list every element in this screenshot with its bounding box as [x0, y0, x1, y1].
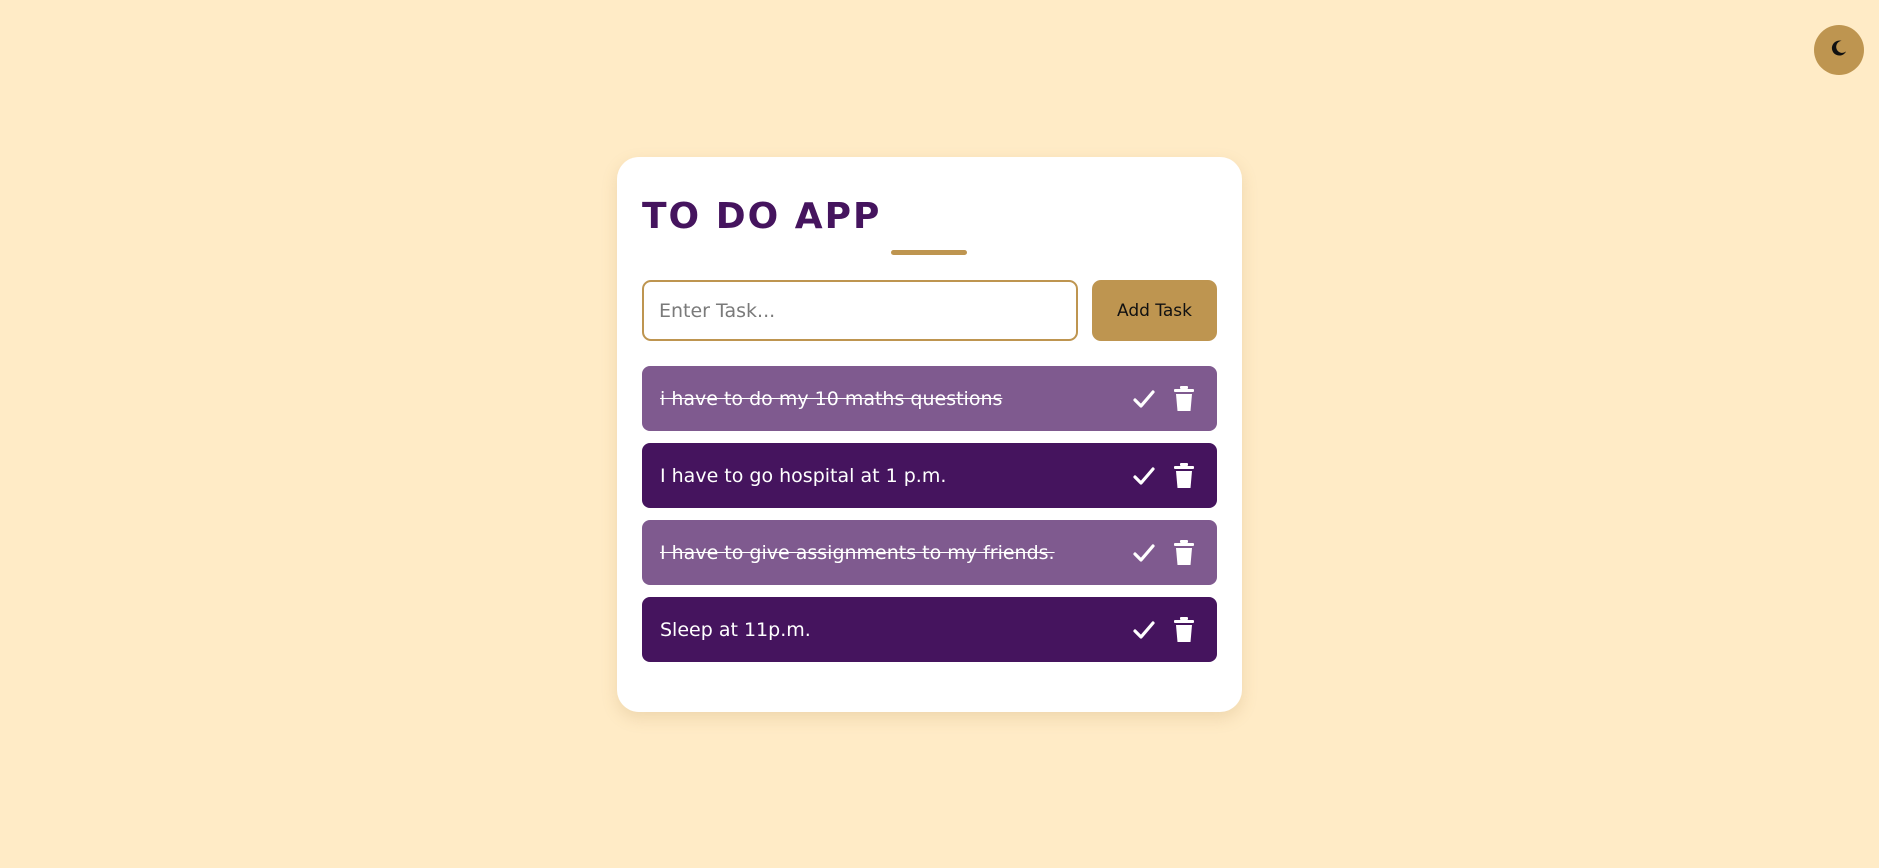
app-title: TO DO APP — [642, 196, 882, 237]
task-input[interactable] — [642, 280, 1078, 341]
trash-icon — [1173, 616, 1195, 643]
complete-task-button[interactable] — [1129, 615, 1159, 645]
task-item: I have to go hospital at 1 p.m. — [642, 443, 1217, 508]
task-text: i have to do my 10 maths questions — [660, 387, 1003, 410]
complete-task-button[interactable] — [1129, 461, 1159, 491]
theme-toggle-button[interactable] — [1814, 25, 1864, 75]
trash-icon — [1173, 385, 1195, 412]
title-underline — [891, 250, 967, 255]
todo-card: TO DO APP Add Task i have to do my 10 ma… — [617, 157, 1242, 712]
task-text: Sleep at 11p.m. — [660, 618, 811, 641]
check-icon — [1132, 464, 1156, 488]
task-text: I have to give assignments to my friends… — [660, 541, 1055, 564]
check-icon — [1132, 541, 1156, 565]
check-icon — [1132, 387, 1156, 411]
task-item: i have to do my 10 maths questions — [642, 366, 1217, 431]
delete-task-button[interactable] — [1169, 538, 1199, 568]
trash-icon — [1173, 539, 1195, 566]
task-item: Sleep at 11p.m. — [642, 597, 1217, 662]
task-text: I have to go hospital at 1 p.m. — [660, 464, 947, 487]
trash-icon — [1173, 462, 1195, 489]
complete-task-button[interactable] — [1129, 384, 1159, 414]
delete-task-button[interactable] — [1169, 384, 1199, 414]
delete-task-button[interactable] — [1169, 615, 1199, 645]
complete-task-button[interactable] — [1129, 538, 1159, 568]
task-list: i have to do my 10 maths questions I hav… — [642, 366, 1217, 674]
delete-task-button[interactable] — [1169, 461, 1199, 491]
check-icon — [1132, 618, 1156, 642]
moon-icon — [1830, 39, 1848, 61]
task-item: I have to give assignments to my friends… — [642, 520, 1217, 585]
add-task-button[interactable]: Add Task — [1092, 280, 1217, 341]
